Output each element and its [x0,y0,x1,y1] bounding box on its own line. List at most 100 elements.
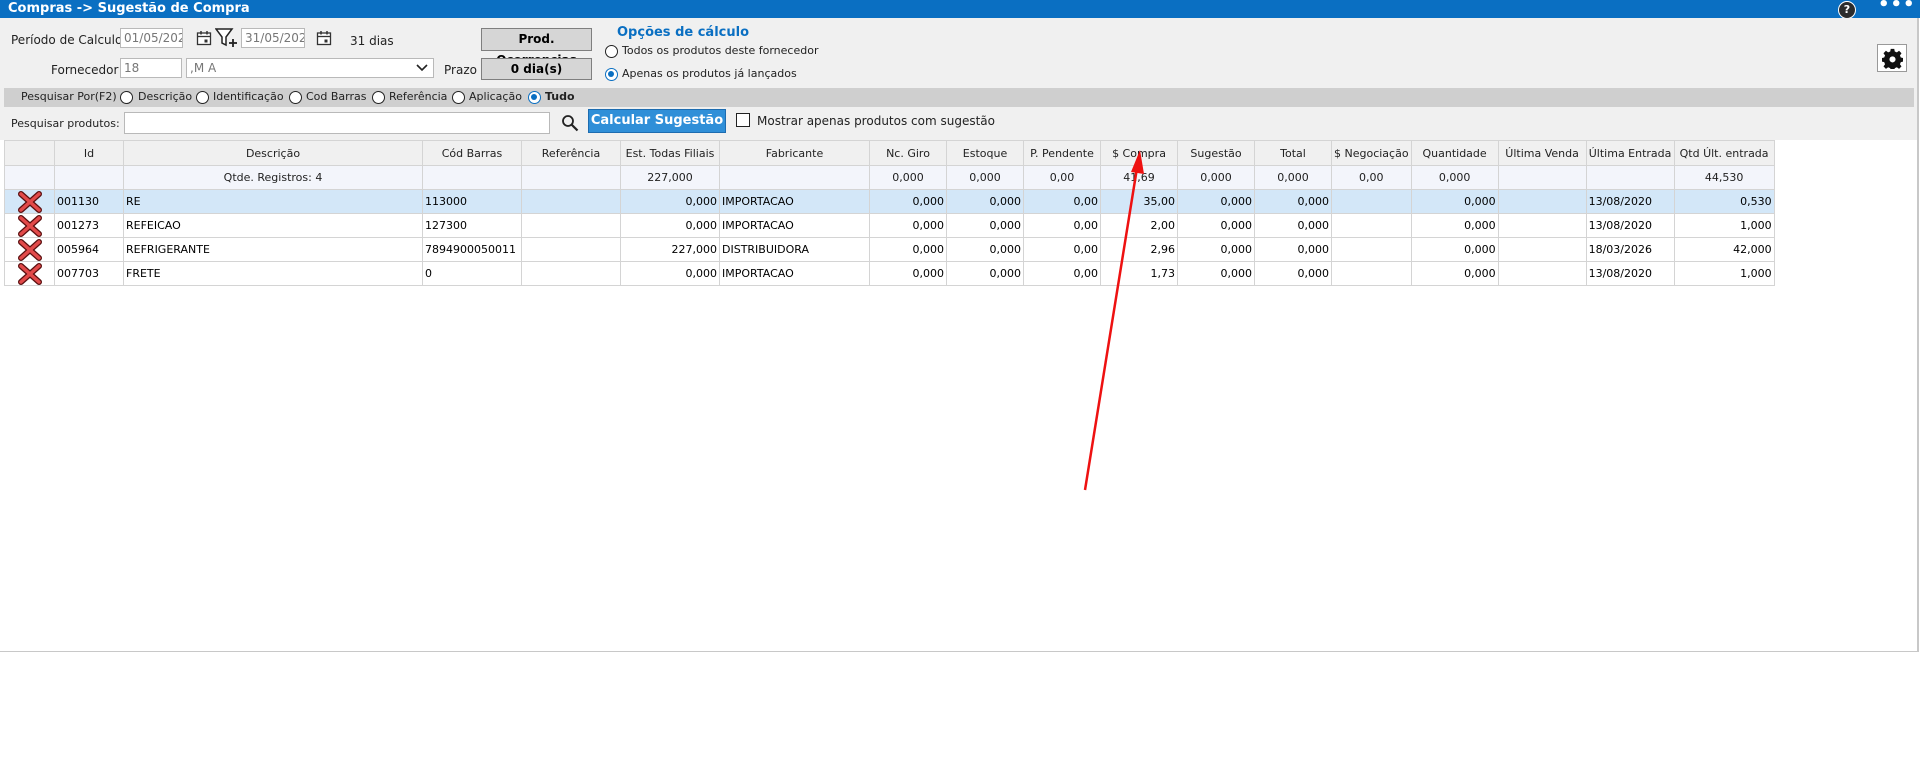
table-cell: 0,000 [1177,213,1255,238]
only-suggestion-checkbox[interactable] [736,113,750,127]
table-cell: 0,00 [1023,189,1101,214]
column-header[interactable]: Id [54,140,124,166]
table-cell: 0,000 [1177,165,1255,190]
column-header[interactable]: Última Entrada [1585,140,1675,166]
table-cell: 0,530 [1673,189,1775,214]
more-options-icon[interactable]: ••• [1878,0,1916,15]
table-cell: 0,00 [1023,237,1101,262]
calendar-icon[interactable] [316,30,332,46]
table-cell: 2,00 [1100,213,1178,238]
table-row[interactable]: 005964 REFRIGERANTE 7894900050011 227,00… [4,237,1775,262]
radio-apenas-lancados[interactable] [605,68,618,81]
column-header[interactable]: Estoque [946,140,1024,166]
search-icon[interactable] [561,114,579,132]
radio-todos-produtos[interactable] [605,45,618,58]
radio-aplicacao[interactable] [452,91,465,104]
table-cell: 13/08/2020 [1585,261,1675,286]
delete-row-button[interactable] [4,213,55,238]
title-bar: Compras -> Sugestão de Compra ? ••• [0,0,1920,19]
table-cell: 0,000 [1254,189,1332,214]
column-header[interactable]: Quantidade [1410,140,1499,166]
column-header[interactable]: $ Negociação [1331,140,1412,166]
column-header[interactable]: Última Venda [1497,140,1587,166]
gear-icon [1882,48,1903,69]
table-cell: 005964 [54,237,124,262]
prazo-value: 0 dia(s) [481,58,592,80]
calcular-sugestao-button[interactable]: Calcular Sugestão [588,109,726,133]
search-input[interactable] [124,112,550,134]
table-cell: 0,000 [1254,165,1332,190]
table-cell: 127300 [422,213,522,238]
delete-row-button[interactable] [4,261,55,286]
products-table: Id Descrição Cód Barras Referência Est. … [4,140,1775,286]
column-header[interactable]: Nc. Giro [869,140,947,166]
fornecedor-code-field[interactable]: 18 [120,58,182,78]
table-cell: 001273 [54,213,124,238]
table-cell: 0,000 [869,213,947,238]
records-count: Qtde. Registros: 4 [123,165,423,190]
radio-cod-barras[interactable] [289,91,302,104]
date-from-field[interactable]: 01/05/2026 [120,28,183,48]
table-cell [521,237,621,262]
table-cell: 0,000 [869,189,947,214]
delete-icon [17,262,42,285]
window-title: Compras -> Sugestão de Compra [8,1,250,16]
table-cell: 0,000 [620,261,720,286]
table-cell: 0,000 [1410,213,1499,238]
fornecedor-select[interactable]: ,M A [186,58,434,78]
table-cell [1497,261,1587,286]
days-count: 31 dias [350,34,394,48]
table-cell: 0,000 [1410,189,1499,214]
only-suggestion-label: Mostrar apenas produtos com sugestão [757,114,995,128]
table-cell: 0,000 [946,237,1024,262]
radio-identificacao[interactable] [196,91,209,104]
search-by-label: Pesquisar Por(F2) [21,90,117,103]
radio-descricao[interactable] [120,91,133,104]
column-header[interactable]: Total [1254,140,1332,166]
prod-ocorrencias-button[interactable]: Prod. Ocorrencias [481,28,592,67]
table-cell: 0,000 [1177,237,1255,262]
table-cell [1331,237,1412,262]
table-cell [1331,261,1412,286]
column-header[interactable]: P. Pendente [1023,140,1101,166]
column-header[interactable]: Est. Todas Filiais [620,140,720,166]
column-header[interactable]: Fabricante [719,140,870,166]
table-row[interactable]: 001130 RE 113000 0,000 IMPORTACAO 0,000 … [4,189,1775,214]
chevron-down-icon[interactable] [416,64,428,72]
column-header[interactable]: $ Compra [1100,140,1178,166]
search-label: Pesquisar produtos: [11,117,120,130]
table-cell: 35,00 [1100,189,1178,214]
delete-row-button[interactable] [4,189,55,214]
table-row[interactable]: 007703 FRETE 0 0,000 IMPORTACAO 0,000 0,… [4,261,1775,286]
settings-button[interactable] [1877,44,1907,72]
delete-row-button[interactable] [4,237,55,262]
radio-referencia[interactable] [372,91,385,104]
table-cell: 0,000 [869,165,947,190]
column-header[interactable]: Qtd Últ. entrada [1673,140,1775,166]
table-cell: 0,000 [946,261,1024,286]
table-cell: 0,000 [1410,165,1499,190]
table-cell: 0,000 [1254,213,1332,238]
column-header[interactable]: Referência [521,140,621,166]
radio-tudo[interactable] [528,91,541,104]
date-to-field[interactable]: 31/05/2026 [241,28,305,48]
table-cell: 44,530 [1673,165,1775,190]
search-by-option: Referência [389,90,448,103]
periodo-label: Período de Calculo [11,33,123,47]
filter-add-icon[interactable] [215,27,239,49]
table-cell [1497,237,1587,262]
column-header[interactable] [4,140,55,166]
column-header[interactable]: Descrição [123,140,423,166]
table-cell: DISTRIBUIDORA [719,237,870,262]
search-by-option: Cod Barras [306,90,367,103]
column-header[interactable]: Cód Barras [422,140,522,166]
table-cell: REFRIGERANTE [123,237,423,262]
table-cell: 227,000 [620,237,720,262]
table-cell [521,189,621,214]
table-row[interactable]: 001273 REFEICAO 127300 0,000 IMPORTACAO … [4,213,1775,238]
column-header[interactable]: Sugestão [1177,140,1255,166]
table-cell: 1,73 [1100,261,1178,286]
calendar-icon[interactable] [196,30,212,46]
table-cell: 227,000 [620,165,720,190]
help-icon[interactable]: ? [1838,1,1856,19]
